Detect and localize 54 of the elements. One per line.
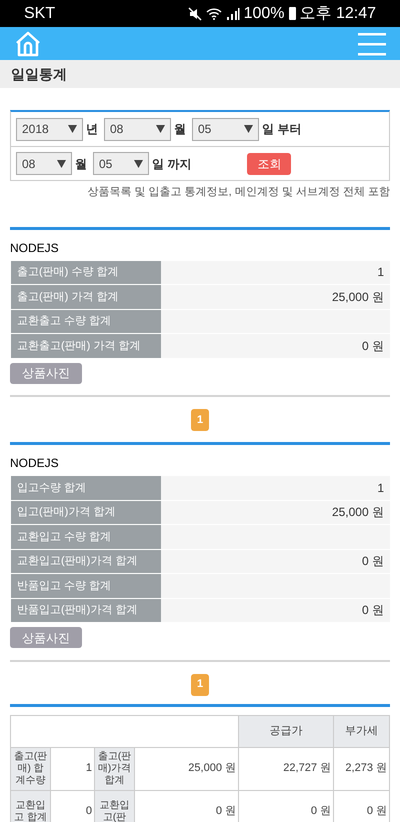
row-label: 교환입고(판매)가격 합계 (11, 550, 161, 573)
dropdown[interactable]: 2018 (16, 118, 83, 140)
mute-icon (188, 6, 202, 20)
caret-icon (134, 160, 143, 168)
table-cell: 교환입고 합계 (10, 790, 50, 822)
row-value: 1 (161, 260, 390, 284)
clock: 오후 12:47 (300, 4, 376, 24)
battery-percent: 100% (244, 4, 285, 24)
unit-label: 일 부터 (262, 121, 302, 138)
row-label: 출고(판매) 수량 합계 (11, 260, 161, 284)
row-label: 교환출고 수량 합계 (11, 310, 161, 333)
row-value: 25,000 원 (161, 500, 390, 524)
table-cell: 출고(판매)가격 합계 (94, 747, 134, 790)
row-value: 25,000 원 (161, 285, 390, 308)
page-title: 일일통계 (11, 64, 67, 84)
row-label: 교환출고(판매) 가격 합계 (11, 334, 161, 358)
row-label: 입고(판매)가격 합계 (11, 500, 161, 524)
caret-icon (57, 160, 66, 168)
section-title: NODEJS (10, 240, 60, 256)
unit-label: 년 (86, 121, 98, 138)
row-label: 출고(판매) 가격 합계 (11, 285, 161, 308)
caret-icon (244, 125, 253, 133)
home-icon[interactable] (14, 30, 42, 56)
unit-label: 월 (174, 121, 186, 138)
info-note: 상품목록 및 입출고 통계정보, 메인계정 및 서브계정 전체 포함 (86, 185, 391, 200)
table-cell: 출고(판매) 합계수량 (10, 747, 50, 790)
table-cell: 2,273 원 (334, 747, 390, 790)
row-label: 교환입고 수량 합계 (11, 525, 161, 548)
table-cell: 22,727 원 (238, 747, 334, 790)
row-value: 0 원 (161, 598, 390, 622)
column-header: 공급가 (238, 715, 334, 747)
unit-label: 일 까지 (152, 156, 192, 172)
dropdown[interactable]: 08 (104, 118, 171, 140)
unit-label: 월 (75, 156, 87, 172)
table-cell: 교환입고(판 (94, 790, 134, 822)
row-value: 0 원 (161, 550, 390, 573)
table-cell: 25,000 원 (134, 747, 238, 790)
dropdown[interactable]: 05 (192, 118, 259, 140)
section-title: NODEJS (10, 455, 60, 472)
row-value: 1 (161, 476, 390, 500)
carrier-name: SKT (24, 4, 56, 24)
dropdown[interactable]: 08 (16, 152, 72, 175)
column-header: 부가세 (334, 715, 390, 747)
battery-icon (288, 7, 296, 20)
row-label: 반품입고(판매)가격 합계 (11, 598, 161, 622)
dropdown[interactable]: 05 (93, 152, 149, 175)
row-label: 반품입고 수량 합계 (11, 574, 161, 598)
signal-icon (226, 6, 240, 20)
caret-icon (68, 125, 77, 133)
row-value: 0 원 (161, 334, 390, 358)
menu-icon[interactable] (358, 30, 386, 56)
row-label: 입고수량 합계 (11, 476, 161, 500)
wifi-icon (206, 6, 222, 20)
caret-icon (156, 125, 165, 133)
